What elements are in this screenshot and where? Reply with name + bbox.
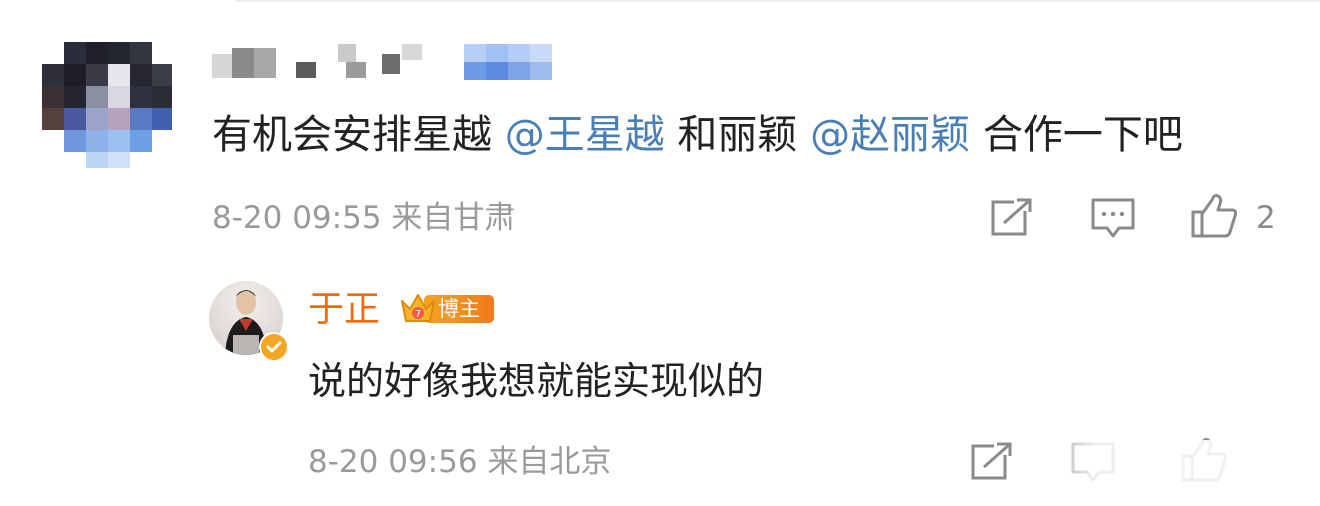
like-icon[interactable] bbox=[1190, 192, 1240, 240]
comment-text-part: 和丽颖 bbox=[664, 112, 811, 158]
reply-username[interactable]: 于正 bbox=[308, 286, 380, 334]
comment-text: 有机会安排星越 @王星越 和丽颖 @赵丽颖 合作一下吧 bbox=[212, 108, 1183, 162]
avatar[interactable] bbox=[42, 42, 172, 168]
share-icon[interactable] bbox=[990, 196, 1034, 238]
mention-link[interactable]: @赵丽颖 bbox=[810, 112, 970, 158]
badge-label: 博主 bbox=[438, 297, 480, 321]
mention-link[interactable]: @王星越 bbox=[505, 112, 665, 158]
reply-text: 说的好像我想就能实现似的 bbox=[308, 359, 765, 403]
blogger-badge: 博主 7 bbox=[398, 289, 494, 329]
watermark-overlay bbox=[1020, 440, 1320, 502]
comment-icon[interactable] bbox=[1090, 196, 1136, 240]
comment-text-part: 有机会安排星越 bbox=[212, 112, 505, 158]
comment-text-part: 合作一下吧 bbox=[970, 112, 1183, 158]
comment-meta: 8-20 09:55 来自甘肃 bbox=[212, 200, 516, 236]
like-count: 2 bbox=[1256, 200, 1276, 236]
top-divider bbox=[236, 0, 1320, 2]
reply-meta: 8-20 09:56 来自北京 bbox=[308, 444, 612, 480]
svg-text:7: 7 bbox=[415, 309, 421, 320]
share-icon[interactable] bbox=[970, 440, 1014, 482]
verified-icon bbox=[259, 332, 289, 362]
crown-icon: 7 bbox=[398, 289, 438, 329]
username-obscured[interactable] bbox=[212, 40, 572, 84]
